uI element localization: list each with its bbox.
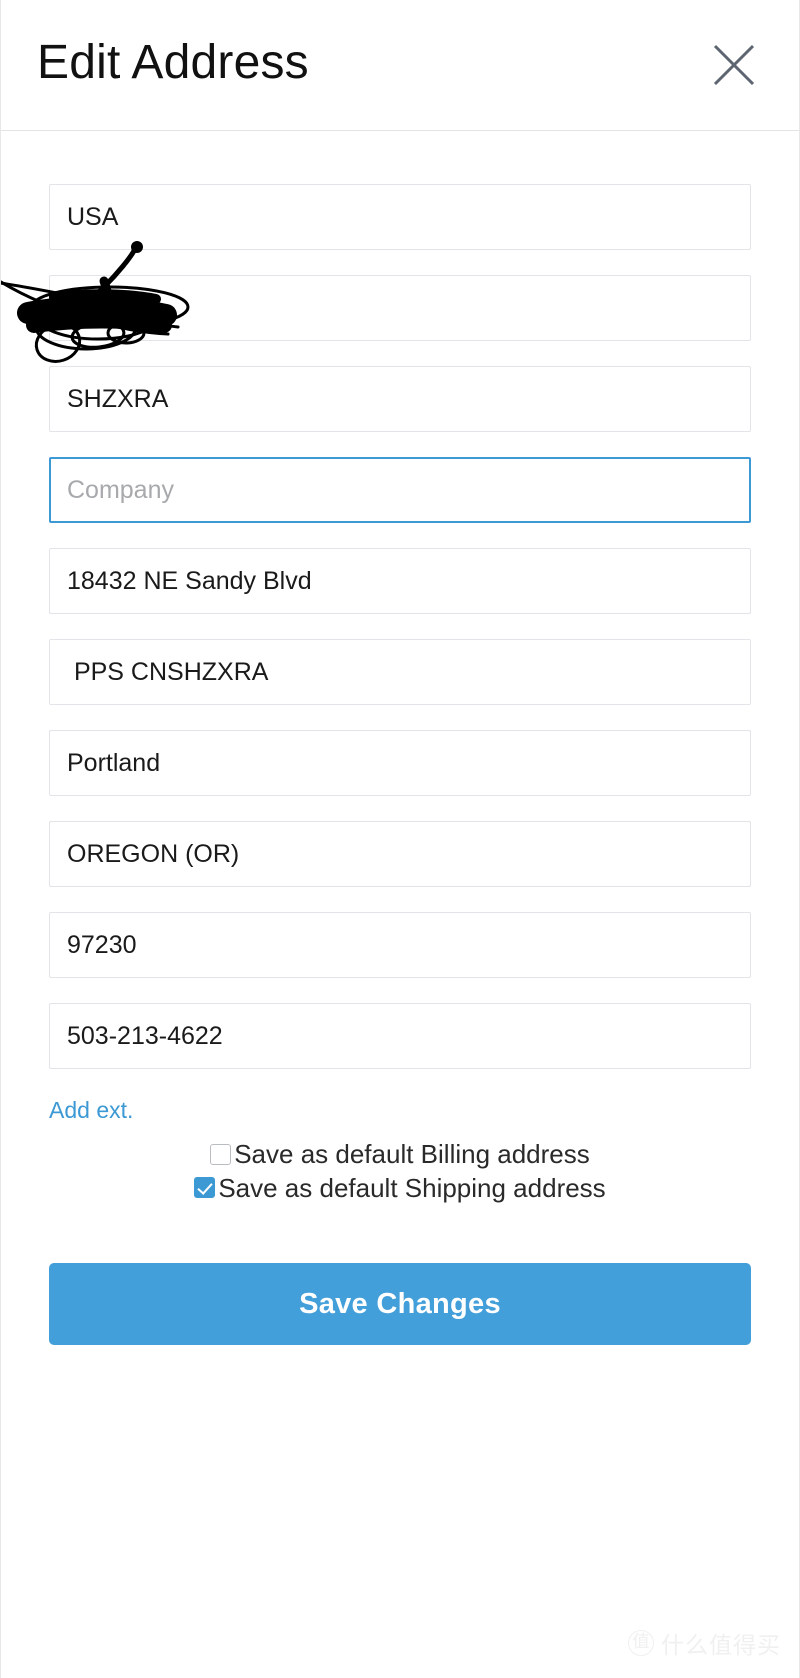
- modal-header: Edit Address: [1, 0, 799, 131]
- add-ext-link[interactable]: Add ext.: [49, 1097, 133, 1124]
- add-ext-row: Add ext.: [49, 1097, 751, 1124]
- state-field-wrap: OREGON (OR): [49, 821, 751, 887]
- phone-input[interactable]: 503-213-4622: [49, 1003, 751, 1069]
- address-form: USA SHZXRA Company 18432 NE Sandy Blvd P…: [1, 131, 799, 1346]
- name-line-2-field-wrap: SHZXRA: [49, 366, 751, 432]
- billing-default-label: Save as default Billing address: [234, 1139, 590, 1169]
- zip-field-wrap: 97230: [49, 912, 751, 978]
- address-line-2-input[interactable]: PPS CNSHZXRA: [49, 639, 751, 705]
- street-address-field-wrap: 18432 NE Sandy Blvd: [49, 548, 751, 614]
- city-input[interactable]: Portland: [49, 730, 751, 796]
- company-field-wrap: Company: [49, 457, 751, 523]
- watermark-text: 什么值得买: [661, 1633, 781, 1659]
- close-button[interactable]: [703, 34, 765, 96]
- watermark-badge: 值: [628, 1630, 654, 1656]
- edit-address-modal: Edit Address USA SHZXRA Company 18432 NE…: [0, 0, 800, 1678]
- save-changes-button[interactable]: Save Changes: [49, 1263, 751, 1346]
- full-name-input[interactable]: [49, 275, 751, 341]
- page-title: Edit Address: [37, 36, 309, 89]
- country-input[interactable]: USA: [49, 184, 751, 250]
- watermark: 值 什么值得买: [628, 1626, 781, 1660]
- default-address-options: Save as default Billing address Save as …: [49, 1140, 751, 1207]
- full-name-field-wrap: [1, 241, 751, 363]
- shipping-default-label: Save as default Shipping address: [218, 1172, 606, 1203]
- street-address-input[interactable]: 18432 NE Sandy Blvd: [49, 548, 751, 614]
- country-field-wrap: USA: [49, 184, 751, 250]
- shipping-default-checkbox[interactable]: [194, 1177, 216, 1199]
- phone-field-wrap: 503-213-4622: [49, 1003, 751, 1069]
- zip-input[interactable]: 97230: [49, 912, 751, 978]
- address-line-2-field-wrap: PPS CNSHZXRA: [49, 639, 751, 705]
- billing-default-row[interactable]: Save as default Billing address: [210, 1140, 590, 1169]
- name-line-2-input[interactable]: SHZXRA: [49, 366, 751, 432]
- shipping-default-row[interactable]: Save as default Shipping address: [194, 1172, 606, 1203]
- company-input[interactable]: Company: [49, 457, 751, 523]
- city-field-wrap: Portland: [49, 730, 751, 796]
- state-input[interactable]: OREGON (OR): [49, 821, 751, 887]
- billing-default-checkbox[interactable]: [210, 1143, 232, 1165]
- close-x-icon: [708, 39, 760, 91]
